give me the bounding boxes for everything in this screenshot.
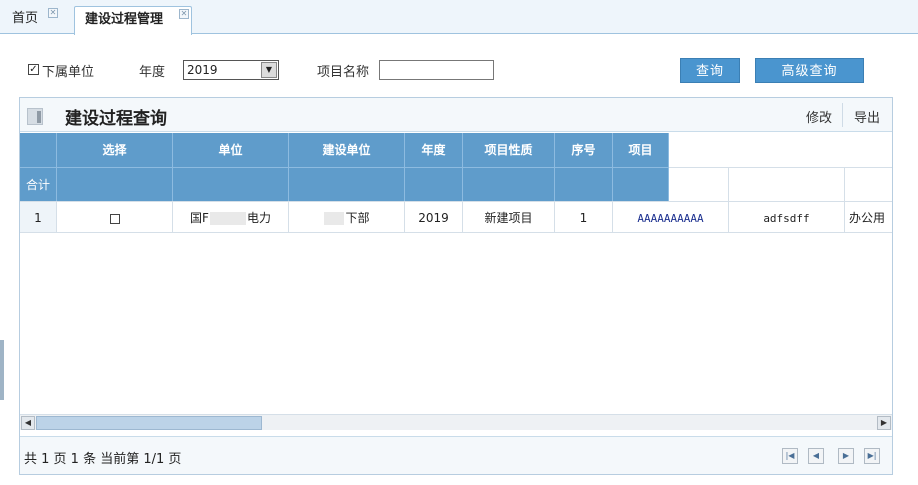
column-header-unit[interactable]: 单位 bbox=[173, 133, 289, 167]
row-year: 2019 bbox=[405, 201, 463, 233]
column-header-select[interactable]: 选择 bbox=[57, 133, 173, 167]
column-header-build-unit[interactable]: 建设单位 bbox=[289, 133, 405, 167]
summary-cell bbox=[57, 167, 173, 201]
row-unit: 国F 电力 bbox=[173, 201, 289, 233]
next-page-icon[interactable]: ▶ bbox=[838, 448, 854, 464]
year-select[interactable]: 2019 ▼ bbox=[183, 60, 279, 80]
data-grid: 选择 单位 建设单位 年度 项目性质 序号 项目 合计 1 国F 电力 下部 20… bbox=[20, 133, 892, 413]
row-col9: 办公用 bbox=[845, 201, 892, 233]
tab-construction-process[interactable]: 建设过程管理 ✕ bbox=[74, 6, 192, 35]
summary-cell bbox=[555, 167, 613, 201]
summary-cell bbox=[669, 167, 729, 201]
horizontal-scrollbar[interactable]: ◀ ▶ bbox=[20, 414, 892, 430]
edit-button[interactable]: 修改 bbox=[806, 107, 832, 126]
row-seq: 1 bbox=[555, 201, 613, 233]
summary-cell bbox=[613, 167, 669, 201]
row-select-checkbox[interactable] bbox=[109, 213, 120, 224]
column-header-seq[interactable]: 序号 bbox=[555, 133, 613, 167]
column-header-nature[interactable]: 项目性质 bbox=[463, 133, 555, 167]
summary-cell bbox=[729, 167, 845, 201]
year-label: 年度 bbox=[139, 65, 166, 80]
advanced-query-button[interactable]: 高级查询 bbox=[755, 58, 864, 83]
summary-cell bbox=[405, 167, 463, 201]
redacted-block bbox=[324, 212, 345, 225]
panel-header: 建设过程查询 修改 导出 bbox=[20, 98, 892, 132]
prev-page-icon[interactable]: ◀ bbox=[808, 448, 824, 464]
year-select-value: 2019 bbox=[187, 63, 218, 77]
close-icon[interactable]: ✕ bbox=[179, 9, 189, 19]
filter-bar: ✓ 下属单位 年度 2019 ▼ 项目名称 查询 高级查询 bbox=[0, 35, 918, 97]
summary-cell bbox=[463, 167, 555, 201]
subunit-label: 下属单位 bbox=[42, 65, 95, 80]
column-header-index bbox=[20, 133, 57, 167]
summary-label: 合计 bbox=[20, 167, 57, 201]
last-page-icon[interactable]: ▶| bbox=[864, 448, 880, 464]
row-unit-prefix: 国F bbox=[190, 211, 209, 225]
column-header-year[interactable]: 年度 bbox=[405, 133, 463, 167]
grid-icon bbox=[27, 108, 43, 125]
summary-cell bbox=[289, 167, 405, 201]
row-build-unit-suffix: 下部 bbox=[345, 211, 370, 225]
row-project: AAAAAAAAAA bbox=[613, 201, 729, 233]
scroll-left-icon[interactable]: ◀ bbox=[21, 416, 35, 430]
row-build-unit: 下部 bbox=[289, 201, 405, 233]
query-button[interactable]: 查询 bbox=[680, 58, 740, 83]
query-panel: 建设过程查询 修改 导出 选择 单位 建设单位 年度 项目性质 序号 项目 合计… bbox=[19, 97, 893, 475]
row-select-cell bbox=[57, 201, 173, 233]
row-col8: adfsdff bbox=[729, 201, 845, 233]
tab-bar: 首页 ✕ 建设过程管理 ✕ bbox=[0, 0, 918, 35]
tab-home[interactable]: 首页 ✕ bbox=[8, 6, 68, 34]
scroll-right-icon[interactable]: ▶ bbox=[877, 416, 891, 430]
chevron-down-icon[interactable]: ▼ bbox=[261, 62, 277, 78]
scrollbar-thumb[interactable] bbox=[36, 416, 262, 430]
side-collapse-handle[interactable] bbox=[0, 340, 4, 400]
project-name-label: 项目名称 bbox=[317, 65, 370, 80]
redacted-block bbox=[209, 212, 246, 225]
row-col8-text: adfsdff bbox=[763, 212, 810, 225]
summary-cell bbox=[845, 167, 892, 201]
column-header-project[interactable]: 项目 bbox=[613, 133, 669, 167]
row-project-link[interactable]: AAAAAAAAAA bbox=[637, 212, 703, 225]
pager-summary: 共 1 页 1 条 当前第 1/1 页 bbox=[24, 452, 182, 467]
tab-construction-process-label: 建设过程管理 bbox=[85, 12, 164, 27]
first-page-icon[interactable]: |◀ bbox=[782, 448, 798, 464]
tab-home-label: 首页 bbox=[12, 11, 39, 26]
row-index: 1 bbox=[20, 201, 57, 233]
project-name-input[interactable] bbox=[379, 60, 494, 80]
close-icon[interactable]: ✕ bbox=[48, 8, 58, 18]
subunit-checkbox[interactable]: ✓ bbox=[28, 64, 39, 75]
row-nature: 新建项目 bbox=[463, 201, 555, 233]
row-unit-suffix: 电力 bbox=[246, 211, 271, 225]
export-button[interactable]: 导出 bbox=[854, 107, 880, 126]
pager: 共 1 页 1 条 当前第 1/1 页 |◀ ◀ ▶ ▶| bbox=[20, 436, 892, 474]
summary-cell bbox=[173, 167, 289, 201]
panel-title: 建设过程查询 bbox=[65, 109, 167, 129]
divider bbox=[842, 103, 843, 127]
